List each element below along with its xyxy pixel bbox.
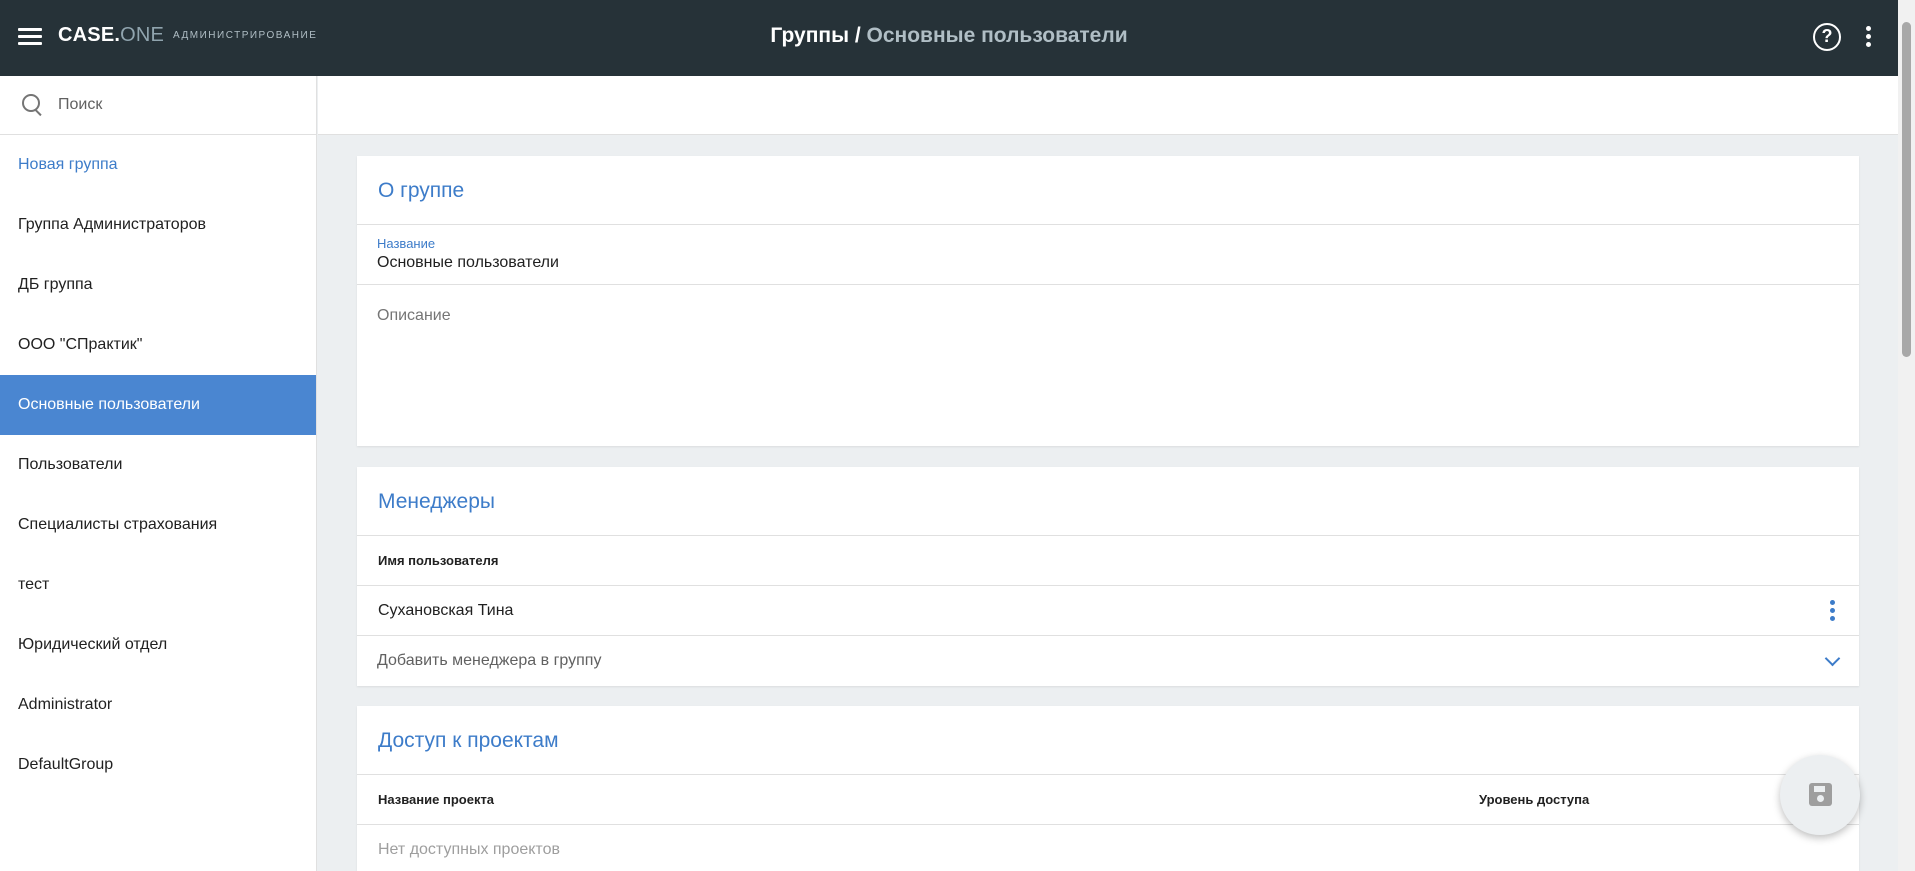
page-title: Группы / Основные пользователи <box>0 24 1898 48</box>
scrollbar-thumb[interactable] <box>1902 22 1911 357</box>
add-manager-select[interactable]: Добавить менеджера в группу <box>357 636 1859 686</box>
search-icon <box>22 94 44 116</box>
sidebar-search <box>0 76 316 135</box>
managers-card: Менеджеры Имя пользователя Сухановская Т… <box>357 467 1859 686</box>
group-list: Новая группа Группа Администраторов ДБ г… <box>0 135 316 795</box>
sidebar-item-main-users[interactable]: Основные пользователи <box>0 375 316 435</box>
chevron-down-icon[interactable] <box>1825 653 1839 667</box>
sidebar-item-users[interactable]: Пользователи <box>0 435 316 495</box>
help-icon[interactable]: ? <box>1813 23 1841 51</box>
more-vert-icon[interactable] <box>1862 24 1874 52</box>
about-group-title: О группе <box>357 156 1859 225</box>
managers-column-username: Имя пользователя <box>357 536 1859 586</box>
breadcrumb-parent[interactable]: Группы <box>770 24 849 47</box>
managers-title: Менеджеры <box>357 467 1859 536</box>
sidebar-item-test[interactable]: тест <box>0 555 316 615</box>
new-group-link[interactable]: Новая группа <box>0 135 316 195</box>
table-row: Сухановская Тина <box>357 586 1859 636</box>
about-group-card: О группе Название Основные пользователи <box>357 156 1859 446</box>
sidebar-item-db-group[interactable]: ДБ группа <box>0 255 316 315</box>
project-access-title: Доступ к проектам <box>357 706 1859 775</box>
content-toolbar <box>318 76 1898 135</box>
group-name-value[interactable]: Основные пользователи <box>377 254 1839 272</box>
search-input[interactable] <box>58 96 298 114</box>
sidebar-item-defaultgroup[interactable]: DefaultGroup <box>0 735 316 795</box>
page-scrollbar[interactable] <box>1898 0 1915 871</box>
sidebar-item-legal[interactable]: Юридический отдел <box>0 615 316 675</box>
group-name-field[interactable]: Название Основные пользователи <box>357 225 1859 285</box>
description-input[interactable] <box>377 307 1839 423</box>
breadcrumb-separator: / <box>849 24 867 47</box>
project-access-card: Доступ к проектам Название проекта Урове… <box>357 706 1859 871</box>
add-manager-placeholder: Добавить менеджера в группу <box>377 652 602 669</box>
projects-column-access: Уровень доступа <box>1479 792 1590 807</box>
row-more-vert-icon[interactable] <box>1825 599 1839 623</box>
top-app-bar: CASE.ONE Администрирование Группы / Осно… <box>0 0 1898 76</box>
sidebar-item-administrators[interactable]: Группа Администраторов <box>0 195 316 255</box>
sidebar-item-spraktik[interactable]: ООО "СПрактик" <box>0 315 316 375</box>
projects-table-header: Название проекта Уровень доступа <box>357 775 1859 825</box>
group-sidebar: Новая группа Группа Администраторов ДБ г… <box>0 76 317 871</box>
sidebar-item-administrator[interactable]: Administrator <box>0 675 316 735</box>
description-field <box>357 285 1859 445</box>
sidebar-item-insurance-specialists[interactable]: Специалисты страхования <box>0 495 316 555</box>
breadcrumb-current: Основные пользователи <box>866 24 1128 47</box>
save-button[interactable] <box>1780 755 1860 835</box>
projects-column-name: Название проекта <box>378 792 495 807</box>
manager-name: Сухановская Тина <box>378 602 514 619</box>
group-name-label: Название <box>377 236 436 251</box>
save-icon <box>1809 783 1832 806</box>
projects-empty-state: Нет доступных проектов <box>378 841 560 858</box>
